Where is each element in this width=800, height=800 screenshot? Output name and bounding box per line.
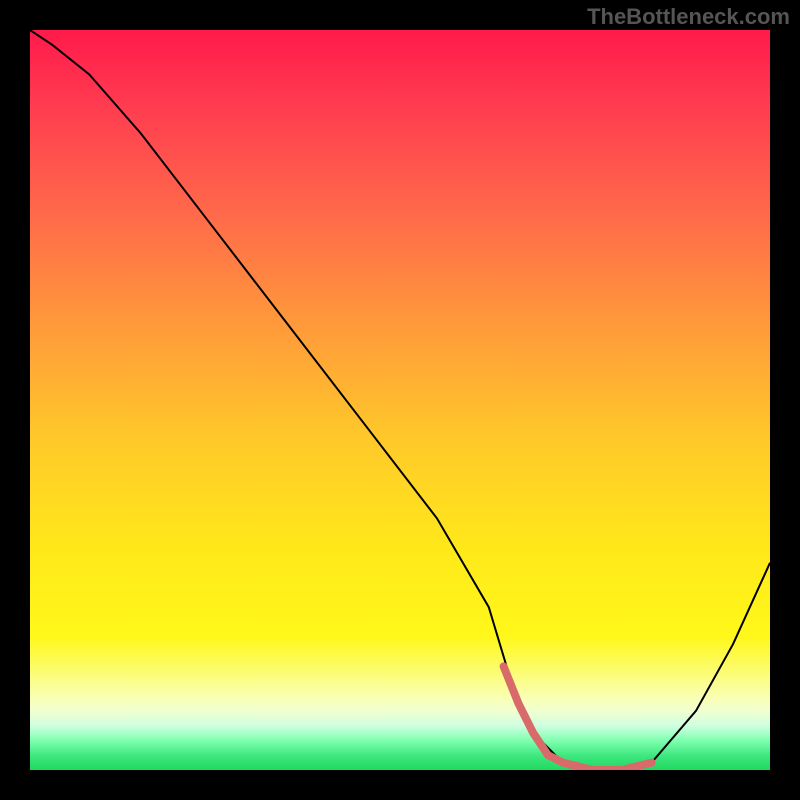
highlight-segment: [504, 666, 652, 770]
watermark-text: TheBottleneck.com: [587, 4, 790, 30]
chart-plot-area: [30, 30, 770, 770]
curve-line: [30, 30, 770, 770]
chart-svg: [30, 30, 770, 770]
